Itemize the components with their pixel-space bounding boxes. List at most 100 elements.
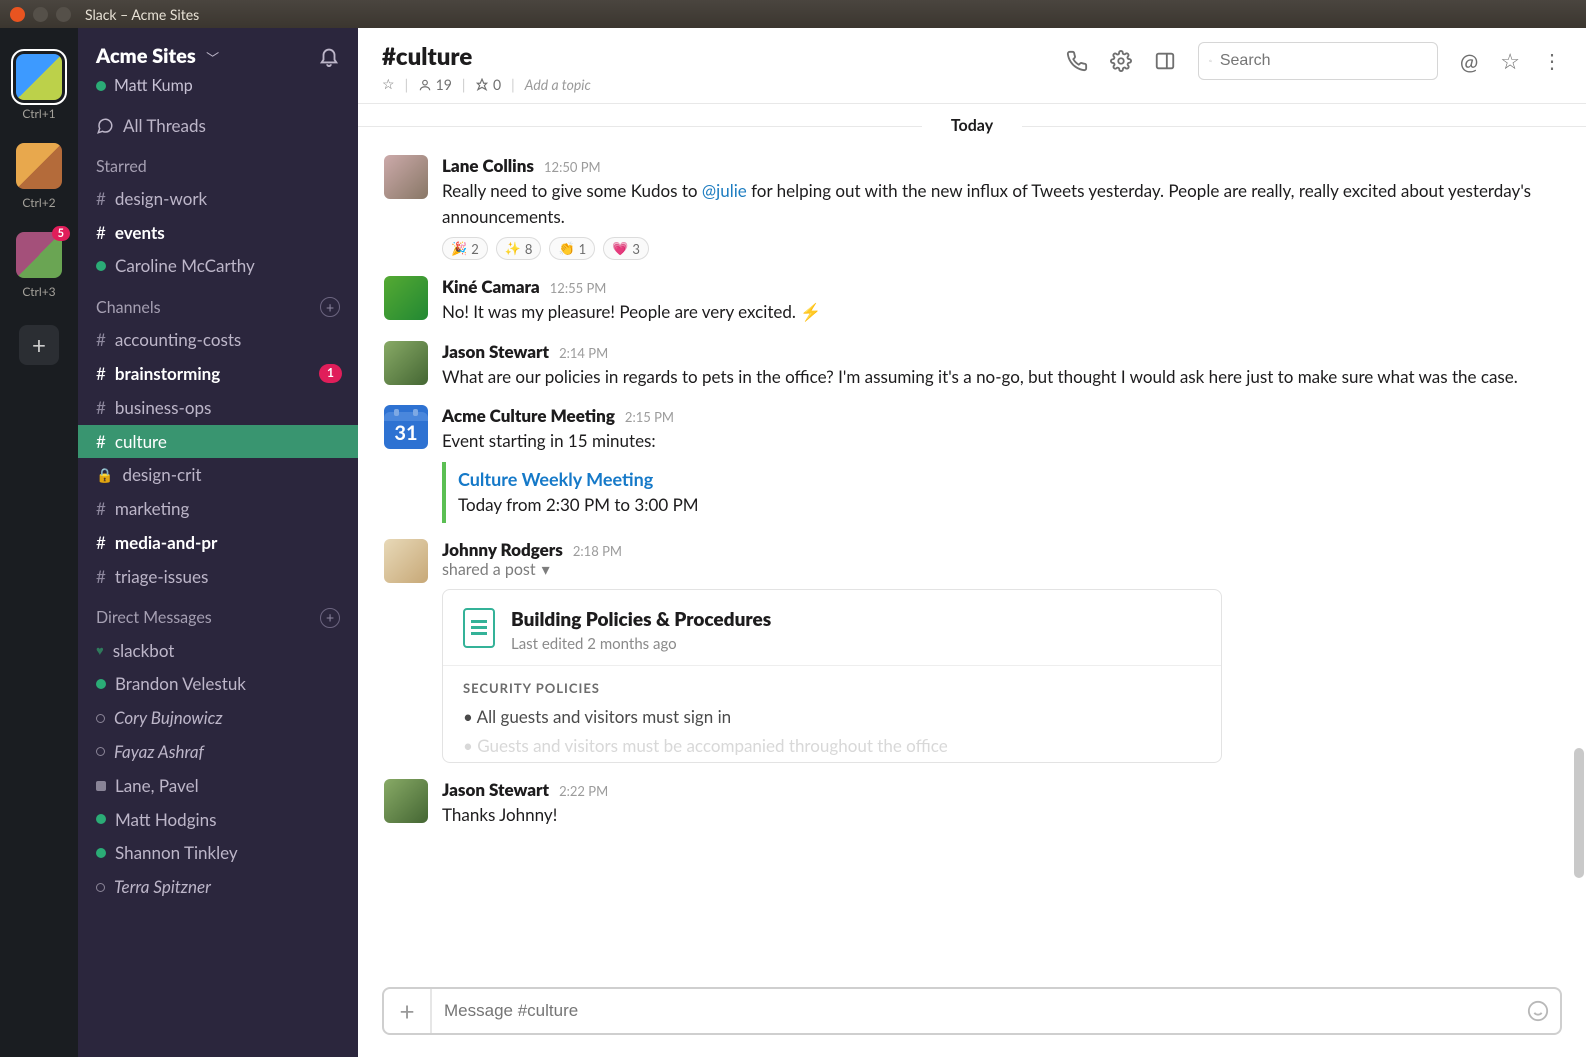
- dm-slackbot[interactable]: ♥slackbot: [78, 634, 358, 668]
- channel-brainstorming[interactable]: #brainstorming1: [78, 357, 358, 391]
- mentions-icon[interactable]: @: [1460, 48, 1478, 75]
- message-author[interactable]: Acme Culture Meeting: [442, 405, 615, 426]
- all-threads[interactable]: All Threads: [78, 109, 358, 143]
- call-icon[interactable]: [1066, 50, 1088, 72]
- channel-media-and-pr[interactable]: #media-and-pr: [78, 526, 358, 560]
- current-user[interactable]: Matt Kump: [78, 76, 358, 109]
- event-attachment[interactable]: Culture Weekly Meeting Today from 2:30 P…: [442, 462, 1560, 524]
- emoji-picker-icon[interactable]: [1516, 1000, 1560, 1022]
- avatar[interactable]: [384, 341, 428, 385]
- dm-brandon[interactable]: Brandon Velestuk: [78, 667, 358, 701]
- presence-active-icon: [96, 848, 106, 858]
- channel-header: #culture ☆ | 19 | 0 | Add a topic: [358, 28, 1586, 104]
- dm-fayaz[interactable]: Fayaz Ashraf: [78, 735, 358, 769]
- reaction[interactable]: ✨8: [496, 237, 542, 260]
- reaction[interactable]: 🎉2: [442, 237, 488, 260]
- add-channel-button[interactable]: +: [320, 297, 340, 317]
- message: Jason Stewart2:14 PM What are our polici…: [358, 333, 1586, 398]
- shared-post-subline[interactable]: shared a post ▾: [442, 560, 1560, 579]
- gear-icon[interactable]: [1110, 50, 1132, 72]
- calendar-icon: 31: [384, 405, 428, 449]
- scrollbar-thumb[interactable]: [1574, 748, 1584, 878]
- star-channel-icon[interactable]: ☆: [382, 75, 395, 93]
- pin-count[interactable]: 0: [475, 76, 501, 93]
- window-close-button[interactable]: [10, 7, 25, 22]
- reaction[interactable]: 💗3: [603, 237, 649, 260]
- event-title: Culture Weekly Meeting: [458, 468, 1548, 490]
- workspace-2[interactable]: [16, 143, 62, 189]
- avatar[interactable]: [384, 539, 428, 583]
- search-input[interactable]: [1220, 52, 1427, 70]
- starred-channel-design-work[interactable]: #design-work: [78, 182, 358, 216]
- avatar[interactable]: [384, 779, 428, 823]
- window-minimize-button[interactable]: [33, 7, 48, 22]
- avatar[interactable]: [384, 276, 428, 320]
- member-count[interactable]: 19: [418, 76, 452, 93]
- post-bullet-faded: • Guests and visitors must be accompanie…: [463, 735, 1201, 756]
- presence-active-icon: [96, 679, 106, 689]
- post-section-heading: SECURITY POLICIES: [463, 680, 1201, 696]
- message-text: Thanks Johnny!: [442, 802, 1560, 828]
- starred-channel-events[interactable]: #events: [78, 216, 358, 250]
- message-text: Really need to give some Kudos to @julie…: [442, 178, 1560, 229]
- message-calendar: 31 Acme Culture Meeting2:15 PM Event sta…: [358, 397, 1586, 531]
- presence-away-icon: [96, 747, 105, 756]
- message-composer[interactable]: +: [382, 987, 1562, 1035]
- notifications-bell-icon[interactable]: [318, 45, 340, 67]
- workspace-3-badge: 5: [52, 226, 70, 241]
- window-maximize-button[interactable]: [56, 7, 71, 22]
- dm-matt-hodgins[interactable]: Matt Hodgins: [78, 803, 358, 837]
- workspace-rail: Ctrl+1 Ctrl+2 5 Ctrl+3 +: [0, 28, 78, 1057]
- message: Lane Collins 12:50 PM Really need to give…: [358, 147, 1586, 268]
- channel-design-crit[interactable]: 🔒design-crit: [78, 458, 358, 492]
- add-topic[interactable]: Add a topic: [525, 76, 591, 93]
- message: Kiné Camara 12:55 PM No! It was my pleasu…: [358, 268, 1586, 333]
- message-author[interactable]: Johnny Rodgers: [442, 539, 563, 560]
- post-card[interactable]: Building Policies & Procedures Last edit…: [442, 589, 1222, 763]
- threads-icon: [96, 117, 114, 135]
- chevron-down-icon: ﹀: [206, 50, 219, 66]
- search-box[interactable]: [1198, 42, 1438, 80]
- message-author[interactable]: Kiné Camara: [442, 276, 540, 297]
- composer-input[interactable]: [432, 1001, 1516, 1021]
- message-author[interactable]: Jason Stewart: [442, 341, 549, 362]
- dm-shannon[interactable]: Shannon Tinkley: [78, 836, 358, 870]
- window-title: Slack – Acme Sites: [85, 6, 199, 23]
- add-dm-button[interactable]: +: [320, 608, 340, 628]
- more-menu-icon[interactable]: ⋮: [1542, 49, 1562, 73]
- presence-active-icon: [96, 814, 106, 824]
- message-time: 12:50 PM: [544, 159, 601, 175]
- workspace-3[interactable]: 5: [16, 232, 62, 278]
- composer-attach-button[interactable]: +: [384, 989, 432, 1033]
- workspace-1[interactable]: [16, 54, 62, 100]
- workspace-switcher[interactable]: Acme Sites ﹀: [96, 44, 219, 68]
- dm-cory[interactable]: Cory Bujnowicz: [78, 701, 358, 735]
- message-text: No! It was my pleasure! People are very …: [442, 299, 1560, 325]
- details-pane-icon[interactable]: [1154, 50, 1176, 72]
- reaction[interactable]: 👏1: [549, 237, 595, 260]
- date-divider: Today: [358, 104, 1586, 147]
- presence-group-icon: [96, 781, 106, 791]
- workspace-add-button[interactable]: +: [19, 325, 59, 365]
- channel-accounting-costs[interactable]: #accounting-costs: [78, 323, 358, 357]
- message-shared-post: Johnny Rodgers2:18 PM shared a post ▾ Bu…: [358, 531, 1586, 771]
- channel-triage-issues[interactable]: #triage-issues: [78, 560, 358, 594]
- starred-dm-caroline[interactable]: Caroline McCarthy: [78, 249, 358, 283]
- message-list[interactable]: Today Lane Collins 12:50 PM Really need t…: [358, 104, 1586, 979]
- dm-terra[interactable]: Terra Spitzner: [78, 870, 358, 904]
- avatar[interactable]: [384, 155, 428, 199]
- dm-lane-pavel[interactable]: Lane, Pavel: [78, 769, 358, 803]
- message-time: 2:14 PM: [559, 345, 608, 361]
- workspace-name: Acme Sites: [96, 44, 196, 68]
- message-author[interactable]: Jason Stewart: [442, 779, 549, 800]
- mention[interactable]: @julie: [702, 180, 747, 201]
- document-icon: [463, 608, 495, 648]
- channel-business-ops[interactable]: #business-ops: [78, 391, 358, 425]
- message-author[interactable]: Lane Collins: [442, 155, 534, 176]
- message-time: 12:55 PM: [550, 280, 607, 296]
- lock-icon: 🔒: [96, 465, 113, 485]
- channel-culture[interactable]: #culture: [78, 425, 358, 459]
- pin-icon: [475, 78, 489, 92]
- channel-marketing[interactable]: #marketing: [78, 492, 358, 526]
- star-icon[interactable]: ☆: [1500, 47, 1520, 75]
